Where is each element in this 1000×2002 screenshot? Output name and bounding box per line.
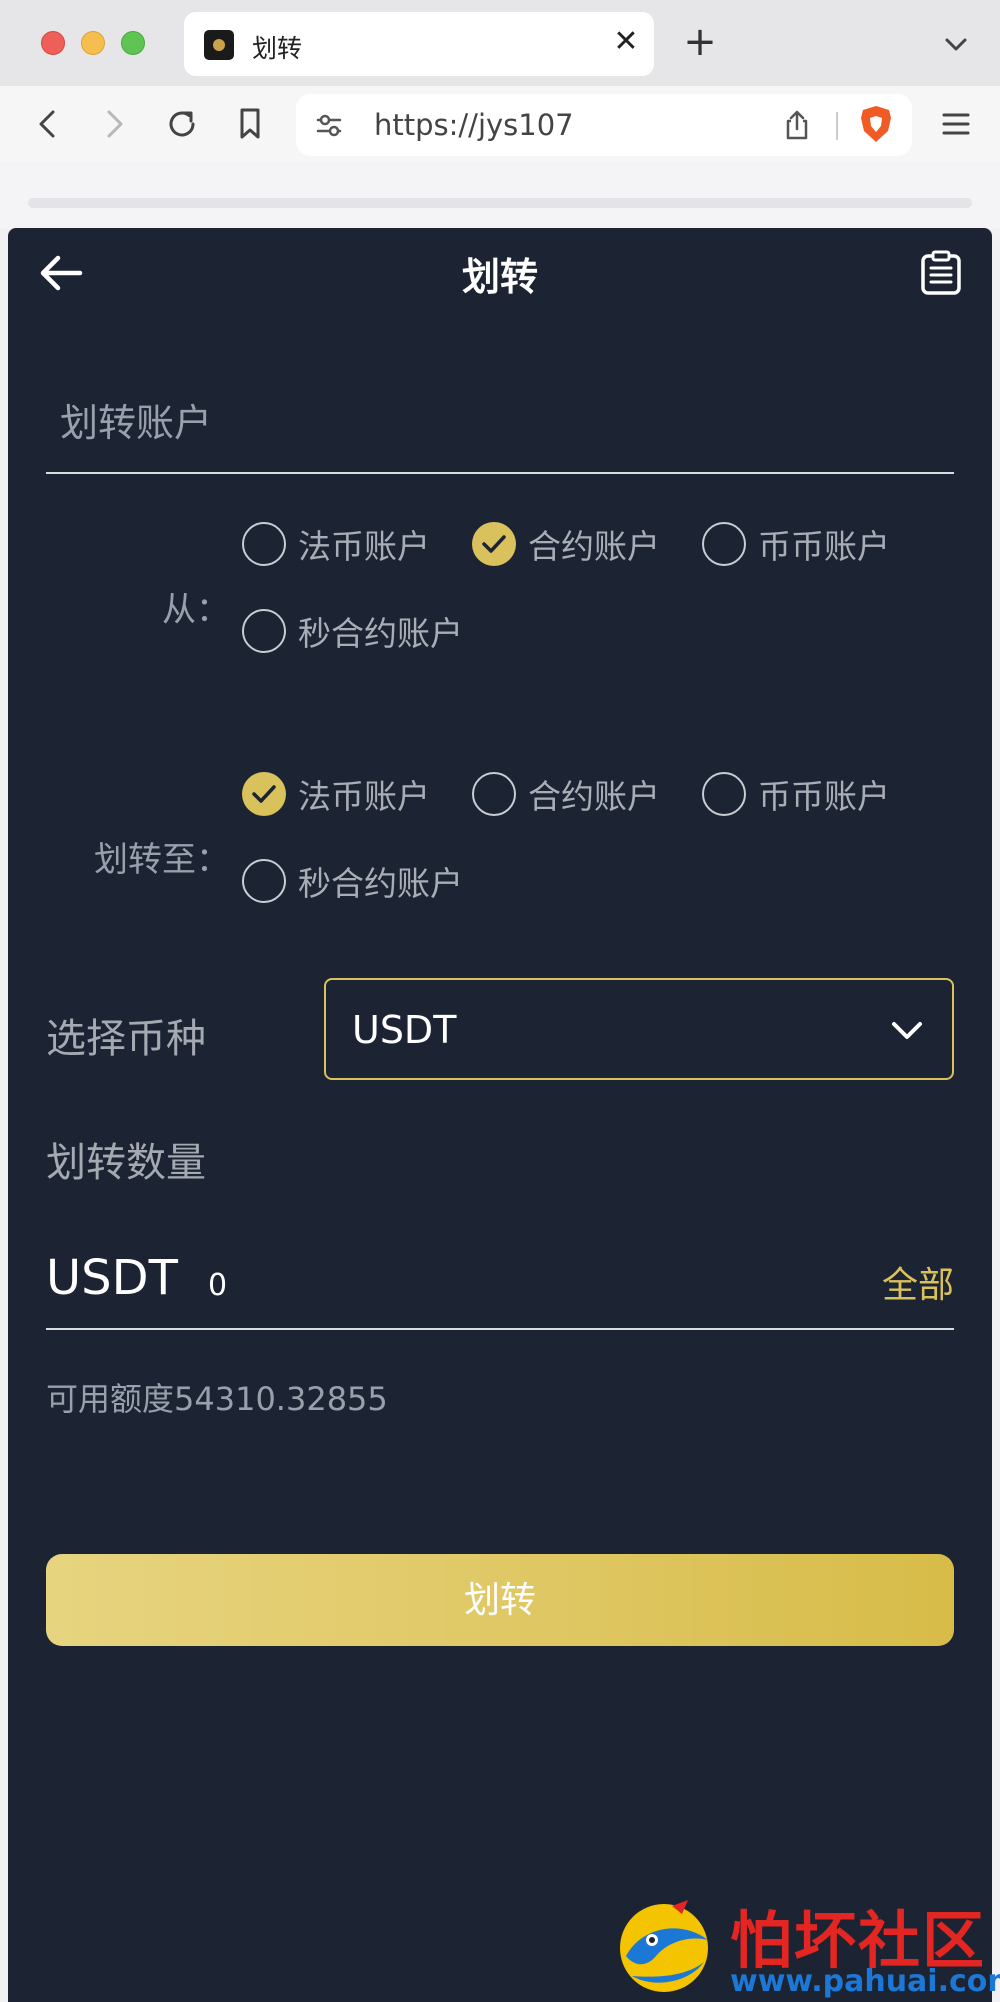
watermark: 怕坏社区 www.pahuai.com: [612, 1890, 1000, 2002]
radio-unchecked-icon: [242, 859, 286, 903]
radio-unchecked-icon: [702, 772, 746, 816]
address-bar[interactable]: https://jys107: [296, 94, 912, 156]
bookmark-icon: [240, 108, 260, 139]
chevron-down-icon: [945, 38, 967, 51]
available-balance: 可用额度54310.32855: [46, 1380, 388, 1418]
browser-tab[interactable]: 划转 ✕: [184, 12, 654, 76]
radio-label: 币币账户: [758, 777, 890, 816]
coin-select-value: USDT: [352, 1008, 457, 1052]
from-label: 从：: [162, 590, 230, 630]
watermark-logo-icon: [620, 1900, 708, 1992]
radio-checked-icon: [242, 772, 286, 816]
coin-label: 选择币种: [46, 1016, 206, 1062]
all-amount-button[interactable]: 全部: [882, 1256, 954, 1308]
from-option-spot[interactable]: 币币账户: [702, 519, 890, 569]
transfer-account-title: 划转账户: [60, 401, 213, 445]
watermark-url: www.pahuai.com: [730, 1964, 1000, 1999]
zoom-window-button[interactable]: [121, 31, 145, 55]
to-option-spot[interactable]: 币币账户: [702, 769, 890, 819]
new-tab-button[interactable]: +: [680, 20, 720, 64]
url-text[interactable]: https://jys107: [374, 108, 574, 142]
chevron-down-icon: [892, 1022, 922, 1039]
transfer-page: 划转 划转账户 从： 法币账户 合约账户 币币账户 秒合约账户 划转至： 法币账…: [8, 228, 992, 2002]
section-divider: [46, 472, 954, 474]
amount-label: 划转数量: [46, 1140, 206, 1186]
radio-label: 法币账户: [298, 777, 430, 816]
browser-tab-bar: 划转 ✕ +: [0, 0, 1000, 86]
tab-title: 划转: [252, 34, 303, 63]
radio-checked-icon: [472, 522, 516, 566]
from-option-second-contract[interactable]: 秒合约账户: [242, 606, 463, 656]
radio-unchecked-icon: [242, 609, 286, 653]
to-label: 划转至：: [94, 840, 230, 880]
checkmark-icon: [482, 535, 506, 553]
checkmark-icon: [252, 785, 276, 803]
from-option-contract[interactable]: 合约账户: [472, 519, 660, 569]
browser-menu-button[interactable]: [934, 102, 978, 146]
radio-unchecked-icon: [472, 772, 516, 816]
hamburger-menu-icon: [942, 113, 970, 135]
reload-button[interactable]: [160, 102, 204, 146]
tab-close-button[interactable]: ✕: [610, 22, 642, 62]
tab-list-button[interactable]: [938, 26, 974, 62]
radio-unchecked-icon: [242, 522, 286, 566]
page-title: 划转: [461, 255, 538, 299]
blurred-banner: [0, 162, 1000, 228]
from-option-fiat[interactable]: 法币账户: [242, 519, 430, 569]
transfer-records-button[interactable]: [920, 250, 962, 296]
reload-icon: [169, 111, 195, 137]
radio-unchecked-icon: [702, 522, 746, 566]
radio-label: 合约账户: [528, 527, 660, 566]
transfer-submit-button[interactable]: 划转: [46, 1554, 954, 1646]
forward-nav-button[interactable]: [92, 102, 136, 146]
to-option-second-contract[interactable]: 秒合约账户: [242, 856, 463, 906]
to-option-fiat[interactable]: 法币账户: [242, 769, 430, 819]
radio-label: 秒合约账户: [298, 864, 463, 903]
chevron-right-icon: [107, 110, 123, 138]
minimize-window-button[interactable]: [81, 31, 105, 55]
bookmark-button[interactable]: [228, 102, 272, 146]
to-option-contract[interactable]: 合约账户: [472, 769, 660, 819]
site-favicon-icon: [204, 30, 234, 60]
amount-input[interactable]: [208, 1260, 608, 1310]
chevron-left-icon: [39, 110, 55, 138]
radio-label: 合约账户: [528, 777, 660, 816]
brave-shields-icon[interactable]: [858, 104, 894, 144]
share-icon[interactable]: [780, 108, 814, 142]
radio-label: 秒合约账户: [298, 614, 463, 653]
radio-label: 币币账户: [758, 527, 890, 566]
close-window-button[interactable]: [41, 31, 65, 55]
toolbar-separator: [836, 112, 838, 140]
browser-toolbar: https://jys107: [0, 86, 1000, 162]
amount-divider: [46, 1328, 954, 1330]
page-header: 划转: [8, 228, 992, 318]
site-settings-icon: [316, 114, 342, 137]
amount-currency: USDT: [46, 1250, 178, 1306]
radio-label: 法币账户: [298, 527, 430, 566]
back-nav-button[interactable]: [26, 102, 70, 146]
clipboard-list-icon: [921, 250, 961, 295]
coin-select[interactable]: USDT: [324, 978, 954, 1080]
